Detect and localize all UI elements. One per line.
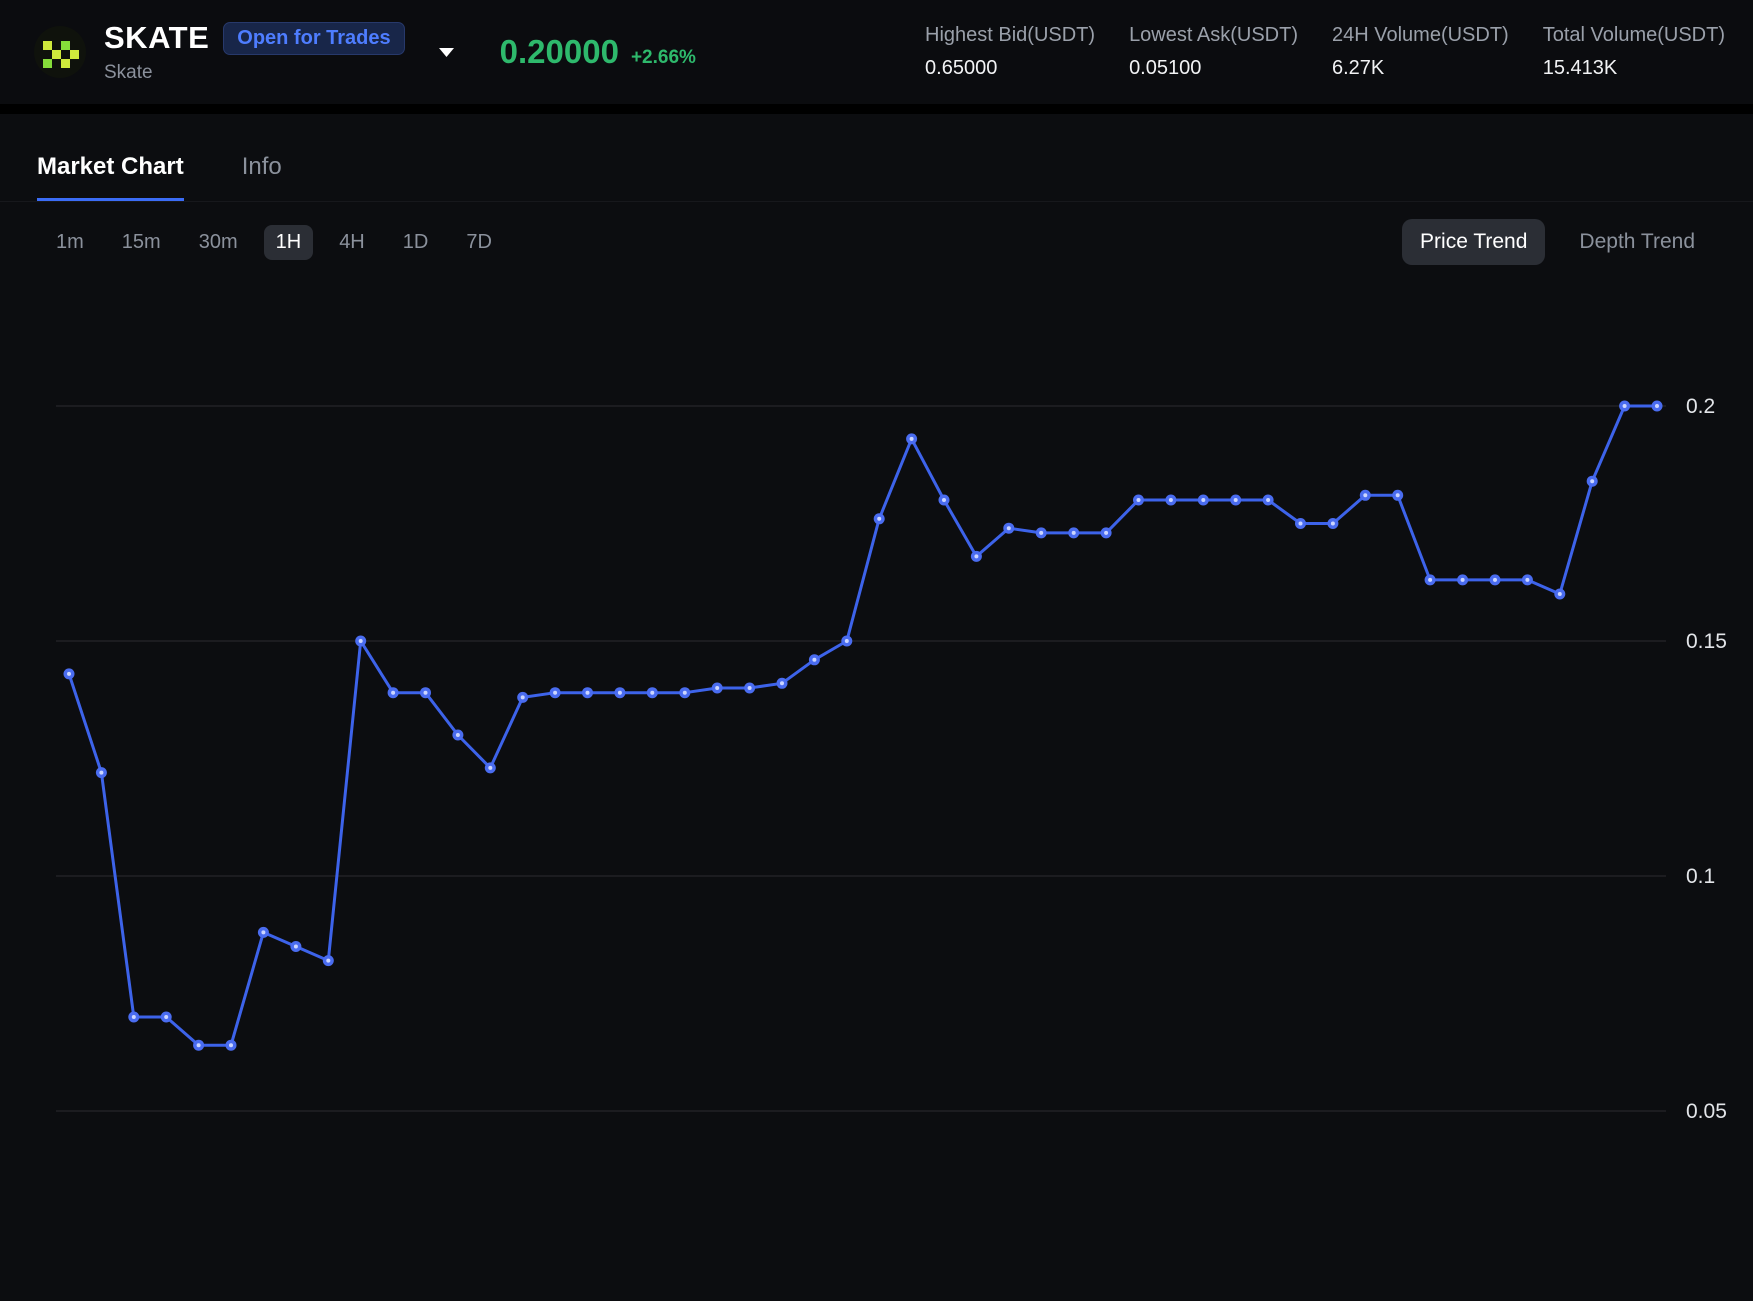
- svg-text:0.2: 0.2: [1686, 395, 1715, 418]
- token-logo: [34, 26, 86, 78]
- stat-value: 6.27K: [1332, 57, 1509, 80]
- stat-label: Highest Bid(USDT): [925, 24, 1095, 47]
- stat-label: Lowest Ask(USDT): [1129, 24, 1298, 47]
- header-stats: Highest Bid(USDT) 0.65000 Lowest Ask(USD…: [925, 24, 1725, 80]
- timeframe-7d[interactable]: 7D: [454, 225, 504, 260]
- svg-text:0.05: 0.05: [1686, 1100, 1727, 1123]
- market-panel: Market Chart Info 1m 15m 30m 1H 4H 1D 7D…: [0, 114, 1753, 1222]
- stat-value: 0.65000: [925, 57, 1095, 80]
- depth-trend-button[interactable]: Depth Trend: [1561, 219, 1713, 265]
- status-badge: Open for Trades: [223, 22, 404, 55]
- stat-highest-bid: Highest Bid(USDT) 0.65000: [925, 24, 1095, 80]
- token-symbol: SKATE: [104, 20, 209, 56]
- tab-info[interactable]: Info: [242, 153, 282, 201]
- timeframe-1d[interactable]: 1D: [391, 225, 441, 260]
- svg-text:0.1: 0.1: [1686, 865, 1715, 888]
- token-info: SKATE Open for Trades Skate: [104, 20, 405, 84]
- price-chart[interactable]: 0.2 0.15 0.1 0.05: [0, 282, 1753, 1222]
- token-name: Skate: [104, 62, 405, 84]
- header-divider: [0, 104, 1753, 114]
- token-header: SKATE Open for Trades Skate 0.20000 +2.6…: [0, 0, 1753, 104]
- stat-value: 0.05100: [1129, 57, 1298, 80]
- timeframe-1m[interactable]: 1m: [44, 225, 96, 260]
- timeframe-30m[interactable]: 30m: [187, 225, 250, 260]
- stat-24h-volume: 24H Volume(USDT) 6.27K: [1332, 24, 1509, 80]
- chevron-down-icon: [439, 48, 454, 57]
- stat-lowest-ask: Lowest Ask(USDT) 0.05100: [1129, 24, 1298, 80]
- last-price: 0.20000: [500, 33, 619, 71]
- tab-market-chart[interactable]: Market Chart: [37, 153, 184, 201]
- stat-label: Total Volume(USDT): [1543, 24, 1725, 47]
- token-selector-dropdown[interactable]: [439, 48, 454, 57]
- skate-logo-icon: [34, 26, 86, 78]
- timeframe-4h[interactable]: 4H: [327, 225, 377, 260]
- price-block: 0.20000 +2.66%: [500, 33, 696, 71]
- stat-value: 15.413K: [1543, 57, 1725, 80]
- timeframe-15m[interactable]: 15m: [110, 225, 173, 260]
- timeframe-selector: 1m 15m 30m 1H 4H 1D 7D: [44, 225, 504, 260]
- trend-toggle: Price Trend Depth Trend: [1402, 219, 1713, 265]
- svg-text:0.15: 0.15: [1686, 630, 1727, 653]
- price-trend-button[interactable]: Price Trend: [1402, 219, 1545, 265]
- tab-bar: Market Chart Info: [0, 114, 1753, 202]
- stat-label: 24H Volume(USDT): [1332, 24, 1509, 47]
- price-trend-line-chart[interactable]: 0.2 0.15 0.1 0.05: [0, 282, 1753, 1222]
- timeframe-1h[interactable]: 1H: [264, 225, 314, 260]
- stat-total-volume: Total Volume(USDT) 15.413K: [1543, 24, 1725, 80]
- chart-controls: 1m 15m 30m 1H 4H 1D 7D Price Trend Depth…: [0, 202, 1753, 282]
- price-change-percent: +2.66%: [631, 47, 696, 69]
